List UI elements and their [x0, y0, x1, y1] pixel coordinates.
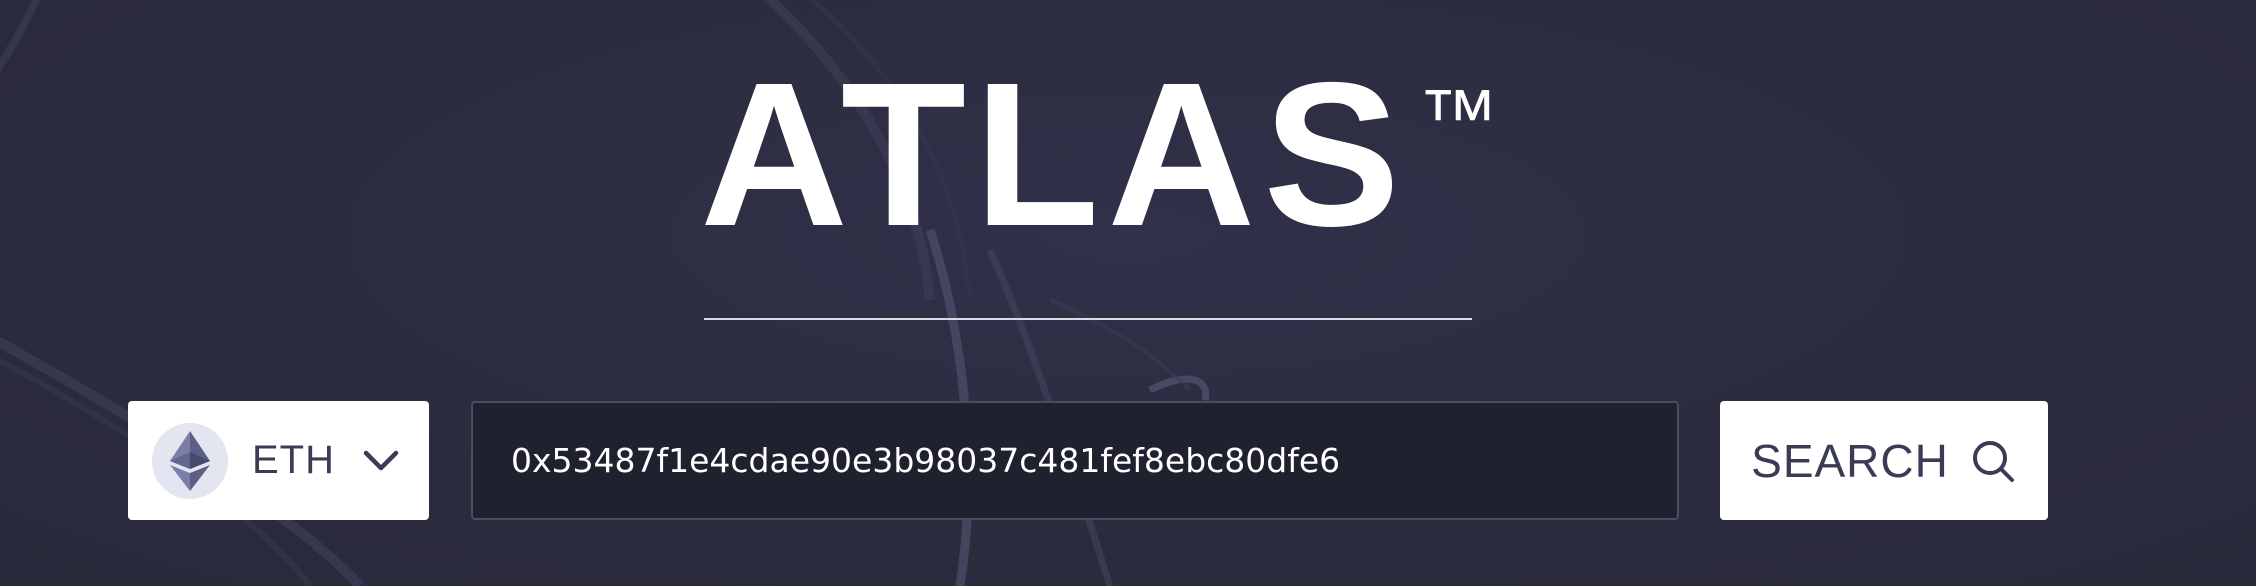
search-button[interactable]: SEARCH	[1720, 401, 2048, 520]
trademark-symbol: ™	[1418, 73, 1499, 162]
chain-selector[interactable]: ETH	[128, 401, 429, 520]
atlas-logo: ATLAS ™	[700, 40, 1499, 269]
hero-banner: ATLAS ™ ETH SEARCH	[0, 0, 2256, 586]
ethereum-icon	[152, 422, 228, 499]
logo-divider	[704, 318, 1472, 320]
search-icon	[1969, 437, 2017, 485]
address-search-input[interactable]	[471, 401, 1679, 520]
chevron-down-icon	[363, 450, 399, 472]
search-button-label: SEARCH	[1751, 434, 1949, 487]
logo-wordmark: ATLAS	[700, 40, 1409, 269]
chain-label: ETH	[252, 438, 335, 482]
